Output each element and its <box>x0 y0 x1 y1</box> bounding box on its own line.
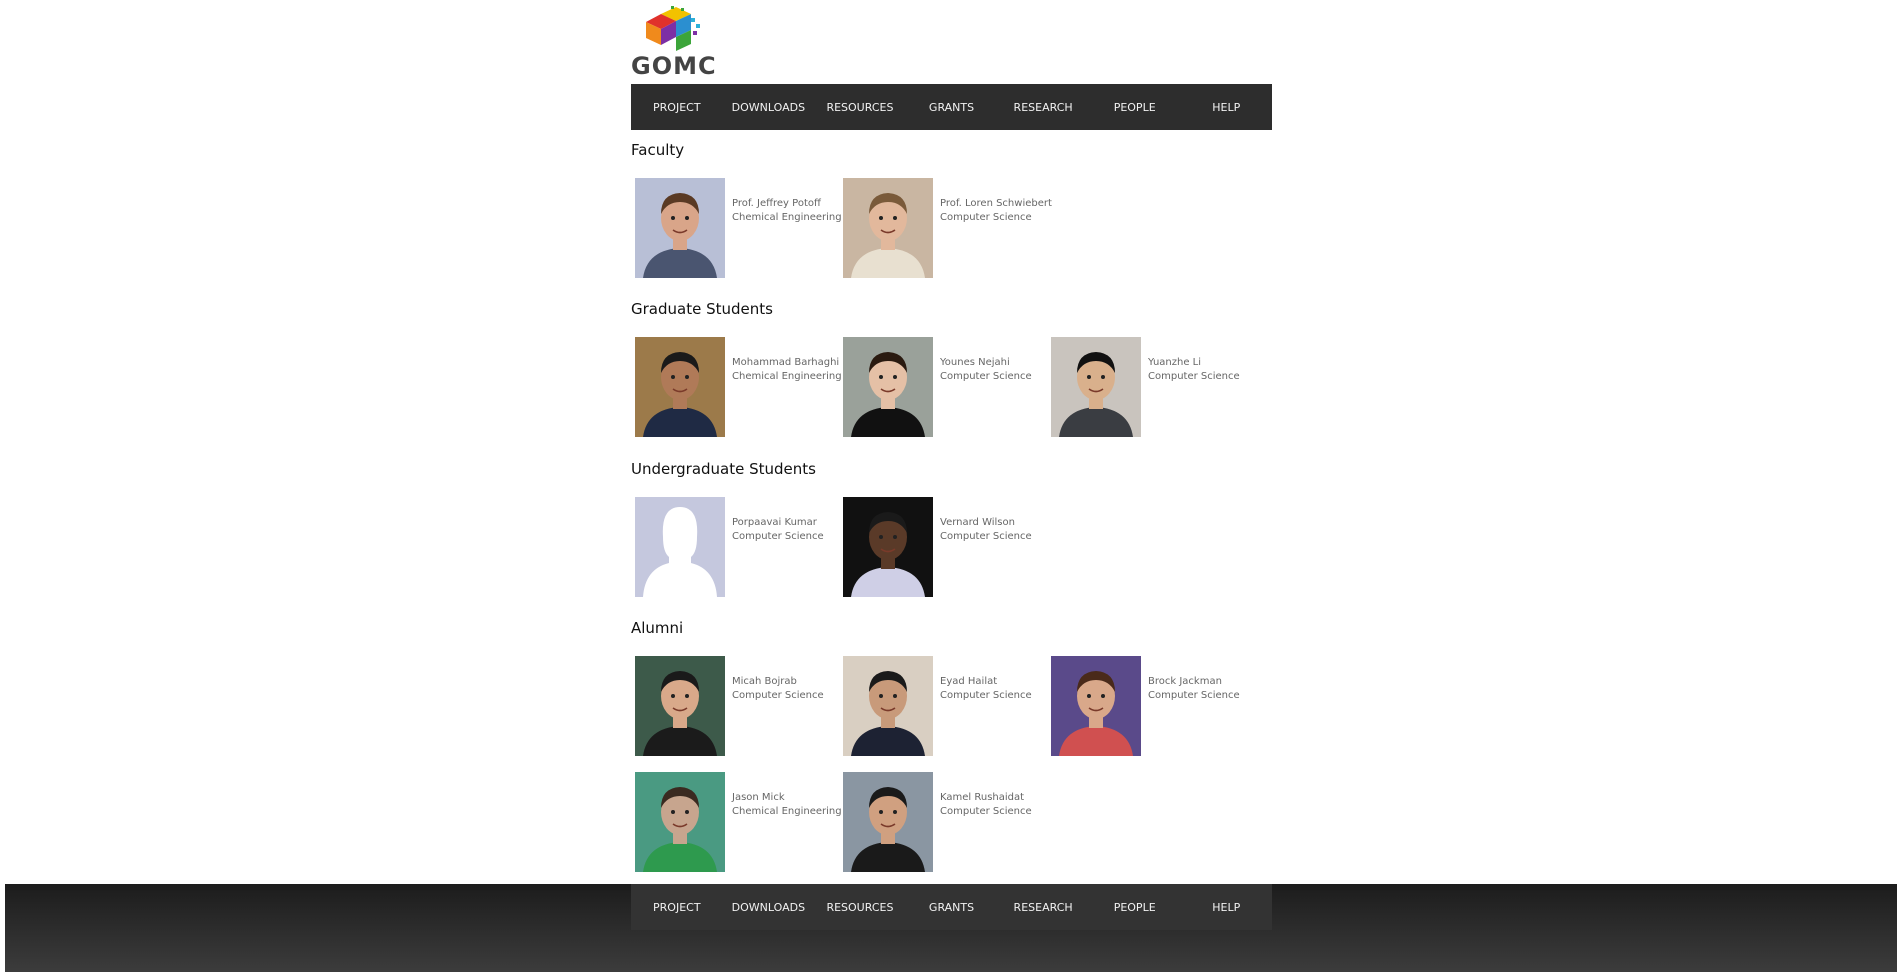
footer-nav-item-resources[interactable]: RESOURCES <box>814 901 906 914</box>
person-name: Younes Nejahi <box>940 357 1010 368</box>
person-name: Vernard Wilson <box>940 517 1015 528</box>
footer-nav-item-project[interactable]: PROJECT <box>631 901 723 914</box>
person-photo[interactable] <box>1051 337 1141 437</box>
person-photo[interactable] <box>843 337 933 437</box>
footer-nav-item-grants[interactable]: GRANTS <box>906 901 998 914</box>
nav-item-resources[interactable]: RESOURCES <box>814 101 906 114</box>
person-card: Porpaavai Kumar Computer Science <box>631 497 831 597</box>
person-dept: Computer Science <box>940 371 1032 382</box>
person-dept: Computer Science <box>732 690 824 701</box>
person-name: Prof. Loren Schwiebert <box>940 198 1052 209</box>
person-name: Prof. Jeffrey Potoff <box>732 198 821 209</box>
person-dept: Computer Science <box>1148 690 1240 701</box>
footer-nav-item-help[interactable]: HELP <box>1180 901 1272 914</box>
person-card: Yuanzhe Li Computer Science <box>1047 337 1247 437</box>
person-photo[interactable] <box>843 178 933 278</box>
footer-nav-item-people[interactable]: PEOPLE <box>1089 901 1181 914</box>
person-photo[interactable] <box>843 772 933 872</box>
person-photo[interactable] <box>635 772 725 872</box>
nav-item-research[interactable]: RESEARCH <box>997 101 1089 114</box>
person-name: Kamel Rushaidat <box>940 792 1025 803</box>
section-title-faculty: Faculty <box>631 141 685 159</box>
person-name: Eyad Hailat <box>940 676 998 687</box>
logo-text: GOMC <box>631 52 717 80</box>
cube-logo-icon <box>646 6 700 51</box>
person-name: Brock Jackman <box>1148 676 1222 687</box>
person-card: Mohammad Barhaghi Chemical Engineering <box>631 337 842 437</box>
person-photo[interactable] <box>843 497 933 597</box>
person-name: Mohammad Barhaghi <box>732 357 840 368</box>
main-nav: PROJECT DOWNLOADS RESOURCES GRANTS RESEA… <box>631 84 1272 130</box>
person-card: Micah Bojrab Computer Science <box>631 656 831 756</box>
person-name: Micah Bojrab <box>732 676 797 687</box>
person-dept: Computer Science <box>940 212 1032 223</box>
section-title-alumni: Alumni <box>631 619 684 637</box>
footer-nav-item-downloads[interactable]: DOWNLOADS <box>723 901 815 914</box>
nav-item-downloads[interactable]: DOWNLOADS <box>723 101 815 114</box>
footer-nav: PROJECT DOWNLOADS RESOURCES GRANTS RESEA… <box>631 884 1272 930</box>
person-card: Jason Mick Chemical Engineering <box>631 772 842 872</box>
person-name: Jason Mick <box>732 792 785 803</box>
person-dept: Computer Science <box>732 531 824 542</box>
footer-nav-item-research[interactable]: RESEARCH <box>997 901 1089 914</box>
gomc-logo[interactable]: GOMC <box>631 4 716 80</box>
person-dept: Computer Science <box>940 531 1032 542</box>
person-dept: Chemical Engineering <box>732 371 842 382</box>
section-title-undergraduate: Undergraduate Students <box>631 460 816 478</box>
nav-item-help[interactable]: HELP <box>1180 101 1272 114</box>
footer: PROJECT DOWNLOADS RESOURCES GRANTS RESEA… <box>5 884 1897 972</box>
person-dept: Chemical Engineering <box>732 806 842 817</box>
person-name: Yuanzhe Li <box>1148 357 1202 368</box>
nav-item-people[interactable]: PEOPLE <box>1089 101 1181 114</box>
person-name: Porpaavai Kumar <box>732 517 817 528</box>
person-card: Vernard Wilson Computer Science <box>839 497 1039 597</box>
nav-item-project[interactable]: PROJECT <box>631 101 723 114</box>
person-photo[interactable] <box>635 497 725 597</box>
person-card: Prof. Loren Schwiebert Computer Science <box>839 178 1052 278</box>
person-photo[interactable] <box>635 178 725 278</box>
person-dept: Chemical Engineering <box>732 212 842 223</box>
person-photo[interactable] <box>843 656 933 756</box>
person-card: Brock Jackman Computer Science <box>1047 656 1247 756</box>
person-card: Younes Nejahi Computer Science <box>839 337 1039 437</box>
person-dept: Computer Science <box>940 690 1032 701</box>
person-dept: Computer Science <box>1148 371 1240 382</box>
person-photo[interactable] <box>1051 656 1141 756</box>
nav-item-grants[interactable]: GRANTS <box>906 101 998 114</box>
person-dept: Computer Science <box>940 806 1032 817</box>
person-card: Prof. Jeffrey Potoff Chemical Engineerin… <box>631 178 842 278</box>
person-card: Eyad Hailat Computer Science <box>839 656 1039 756</box>
person-photo[interactable] <box>635 337 725 437</box>
person-card: Kamel Rushaidat Computer Science <box>839 772 1039 872</box>
person-photo[interactable] <box>635 656 725 756</box>
section-title-graduate: Graduate Students <box>631 300 773 318</box>
